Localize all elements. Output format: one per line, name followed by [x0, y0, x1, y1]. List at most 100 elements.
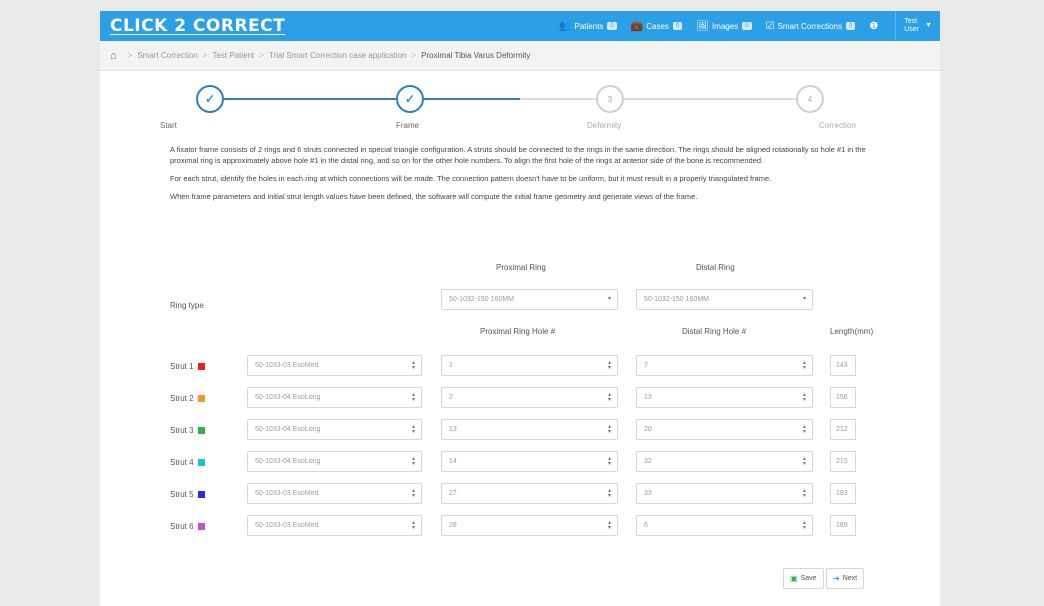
strut-type-value: 50-1033-03 ExoMed	[255, 362, 319, 369]
nav-item-1[interactable]: 💼 Cases 0	[630, 11, 683, 41]
briefcase-icon: 💼	[630, 20, 644, 32]
sort-arrows-icon: ▴ ▾	[607, 360, 611, 371]
nav-item-label: Cases	[646, 21, 669, 31]
breadcrumb-link[interactable]: Smart Correction	[137, 51, 197, 60]
step-4-label: Correction	[819, 121, 856, 130]
description-paragraph-3: When frame parameters and initial strut …	[170, 192, 698, 201]
chevron-down-icon: ▾	[607, 296, 611, 302]
brand-logo[interactable]: CLICK 2 CORRECT	[110, 16, 285, 36]
distal-hole-value: 13	[644, 394, 652, 401]
stepper-connector	[424, 98, 520, 100]
distal-hole-select[interactable]: 20 ▴ ▾	[636, 419, 813, 440]
proximal-hole-select[interactable]: 2 ▴ ▾	[441, 387, 618, 408]
strut-type-select[interactable]: 50-1033-04 ExoLong ▴ ▾	[247, 451, 422, 472]
count-badge: 0	[672, 22, 683, 30]
sort-arrows-icon: ▴ ▾	[802, 520, 806, 531]
count-badge: 0	[742, 22, 752, 30]
check-icon: ✓	[404, 92, 416, 106]
strut-label: Strut 2	[170, 394, 205, 403]
strut-label: Strut 1	[170, 362, 205, 371]
proximal-hole-select[interactable]: 27 ▴ ▾	[441, 483, 618, 504]
sort-arrows-icon: ▴ ▾	[411, 392, 415, 403]
nav-item-0[interactable]: 👥 Patients 0	[559, 11, 617, 41]
next-button[interactable]: ➜ Next	[826, 568, 865, 589]
breadcrumb-separator: >	[202, 51, 208, 60]
nav-item-label: Patients	[574, 21, 604, 31]
strut-length-input[interactable]: 215	[830, 451, 856, 472]
ring-type-label: Ring type	[170, 301, 204, 310]
distal-hole-select[interactable]: 33 ▴ ▾	[636, 483, 813, 504]
proximal-ring-type-select[interactable]: 50-1032-150 160MM ▾	[441, 289, 618, 310]
distal-hole-select[interactable]: 7 ▴ ▾	[636, 355, 813, 376]
strut-name: Strut 4	[170, 458, 194, 467]
strut-type-select[interactable]: 50-1033-04 ExoLong ▴ ▾	[247, 387, 422, 408]
breadcrumb-link[interactable]: Test Patient	[212, 51, 254, 60]
info-button[interactable]: ❶	[869, 11, 881, 41]
step-number: 3	[607, 94, 613, 104]
step-3-indicator[interactable]: 3	[596, 85, 624, 113]
strut-type-select[interactable]: 50-1033-03 ExoMed ▴ ▾	[247, 483, 422, 504]
distal-ring-type-select[interactable]: 50-1032-150 160MM ▾	[636, 289, 813, 310]
home-icon[interactable]: ⌂	[110, 50, 117, 62]
save-icon: ▣	[790, 574, 798, 583]
strut-color-swatch	[197, 427, 205, 434]
sort-arrows-icon: ▴ ▾	[411, 488, 415, 499]
strut-color-swatch	[197, 491, 205, 498]
image-icon: 🖼	[696, 20, 709, 32]
distal-hole-select[interactable]: 6 ▴ ▾	[636, 515, 813, 536]
sort-arrows-icon: ▴ ▾	[411, 520, 415, 531]
step-2-indicator[interactable]: ✓	[396, 85, 424, 113]
strut-name: Strut 1	[170, 362, 194, 371]
sort-arrows-icon: ▴ ▾	[802, 488, 806, 499]
stepper-connector	[224, 98, 396, 100]
step-1-indicator[interactable]: ✓	[196, 85, 224, 113]
distal-hole-value: 20	[644, 426, 652, 433]
strut-label: Strut 3	[170, 426, 205, 435]
sort-arrows-icon: ▴ ▾	[802, 392, 806, 403]
proximal-hole-select[interactable]: 28 ▴ ▾	[441, 515, 618, 536]
main-panel: ✓ Start ✓ Frame 3 Deformity 4 Correction A fixa…	[100, 71, 940, 606]
sort-arrows-icon: ▴ ▾	[607, 392, 611, 403]
info-icon: ❶	[869, 20, 879, 32]
proximal-hole-select[interactable]: 14 ▴ ▾	[441, 451, 618, 472]
strut-length-input[interactable]: 169	[830, 515, 856, 536]
strut-length-input[interactable]: 143	[830, 355, 856, 376]
sort-arrows-icon: ▴ ▾	[802, 360, 806, 371]
proximal-ring-type-value: 50-1032-150 160MM	[449, 296, 514, 303]
distal-hole-value: 32	[644, 458, 652, 465]
distal-hole-value: 6	[644, 522, 648, 529]
checklist-icon: ☑	[765, 20, 775, 32]
sort-arrows-icon: ▴ ▾	[607, 520, 611, 531]
step-1-label: Start	[160, 121, 177, 130]
strut-length-input[interactable]: 212	[830, 419, 856, 440]
breadcrumb-separator: >	[259, 51, 264, 60]
strut-type-value: 50-1033-04 ExoLong	[255, 426, 321, 433]
strut-length-value: 143	[836, 362, 848, 369]
distal-hole-select[interactable]: 13 ▴ ▾	[636, 387, 813, 408]
user-menu[interactable]: Test User ▼	[904, 18, 932, 34]
proximal-hole-value: 14	[449, 458, 457, 465]
description-paragraph-2: For each strut, identify the holes in ea…	[170, 174, 772, 183]
distal-hole-select[interactable]: 32 ▴ ▾	[636, 451, 813, 472]
nav-item-3[interactable]: ☑ Smart Corrections 0	[766, 11, 856, 41]
strut-length-input[interactable]: 156	[830, 387, 856, 408]
strut-type-select[interactable]: 50-1033-04 ExoLong ▴ ▾	[247, 419, 422, 440]
user-first-name: Test	[904, 18, 918, 25]
save-button[interactable]: ▣ Save	[783, 568, 824, 589]
breadcrumb-current: Proximal Tibia Varus Deformity	[421, 51, 531, 60]
strut-color-swatch	[197, 523, 205, 530]
strut-type-select[interactable]: 50-1033-03 ExoMed ▴ ▾	[247, 515, 422, 536]
strut-length-input[interactable]: 183	[830, 483, 856, 504]
proximal-hole-select[interactable]: 1 ▴ ▾	[441, 355, 618, 376]
nav-item-2[interactable]: 🖼 Images 0	[696, 11, 752, 41]
caret-down-icon: ▼	[925, 22, 932, 29]
proximal-hole-select[interactable]: 13 ▴ ▾	[441, 419, 618, 440]
sort-arrows-icon: ▴ ▾	[607, 456, 611, 467]
arrow-right-icon: ➜	[833, 574, 840, 583]
step-4-indicator[interactable]: 4	[796, 85, 824, 113]
user-last-name: User	[904, 26, 920, 33]
breadcrumb-link[interactable]: Trial Smart Correction case application	[269, 51, 407, 60]
top-navbar: CLICK 2 CORRECT 👥 Patients 0 💼 Cases 0 🖼 Images…	[100, 11, 940, 41]
strut-type-select[interactable]: 50-1033-03 ExoMed ▴ ▾	[247, 355, 422, 376]
nav-menu: 👥 Patients 0 💼 Cases 0 🖼 Images 0 ☑ Smart Correcti…	[559, 11, 940, 41]
